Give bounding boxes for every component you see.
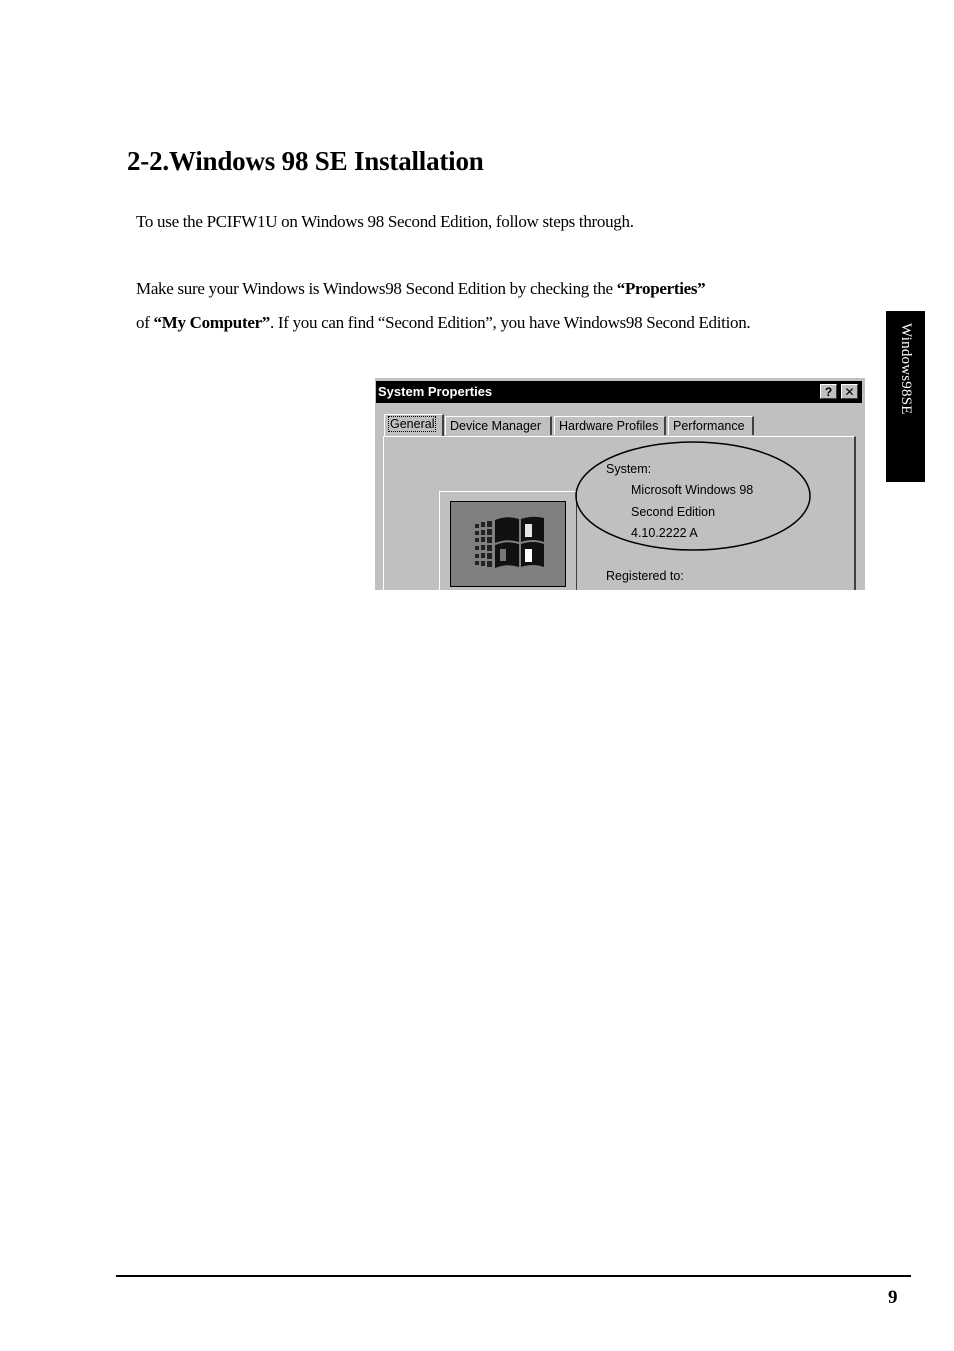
help-button[interactable]: ?	[820, 384, 837, 399]
footer-rule	[116, 1275, 911, 1277]
intro-text: To use the PCIFW1U on Windows 98 Second …	[136, 212, 634, 231]
section-side-tab: Windows98SE	[886, 311, 925, 482]
system-label: System:	[606, 462, 652, 476]
close-button[interactable]: ✕	[841, 384, 858, 399]
tab-performance[interactable]: Performance	[668, 416, 754, 435]
windows-logo	[450, 501, 566, 587]
os-edition: Second Edition	[631, 505, 716, 519]
os-version: 4.10.2222 A	[631, 526, 698, 540]
page-number: 9	[888, 1287, 898, 1308]
section-heading: 2-2.Windows 98 SE Installation	[127, 146, 484, 176]
tab-hardware-profiles[interactable]: Hardware Profiles	[554, 416, 666, 435]
side-tab-label: Windows98SE	[898, 323, 914, 415]
instruction-line-2: of “My Computer”. If you can find “Secon…	[136, 313, 751, 332]
windows-flag-icon	[475, 516, 544, 568]
registered-to-label: Registered to:	[606, 569, 684, 583]
dialog-titlebar: System Properties ? ✕	[376, 381, 862, 403]
system-properties-screenshot: System Properties ? ✕ General Device Man…	[374, 377, 865, 590]
instruction-line-1: Make sure your Windows is Windows98 Seco…	[136, 279, 706, 298]
os-name: Microsoft Windows 98	[631, 483, 754, 497]
highlight-ellipse	[575, 441, 811, 551]
tab-device-manager[interactable]: Device Manager	[445, 416, 552, 435]
tab-general[interactable]: General	[384, 414, 444, 436]
dialog-title: System Properties	[378, 384, 493, 399]
